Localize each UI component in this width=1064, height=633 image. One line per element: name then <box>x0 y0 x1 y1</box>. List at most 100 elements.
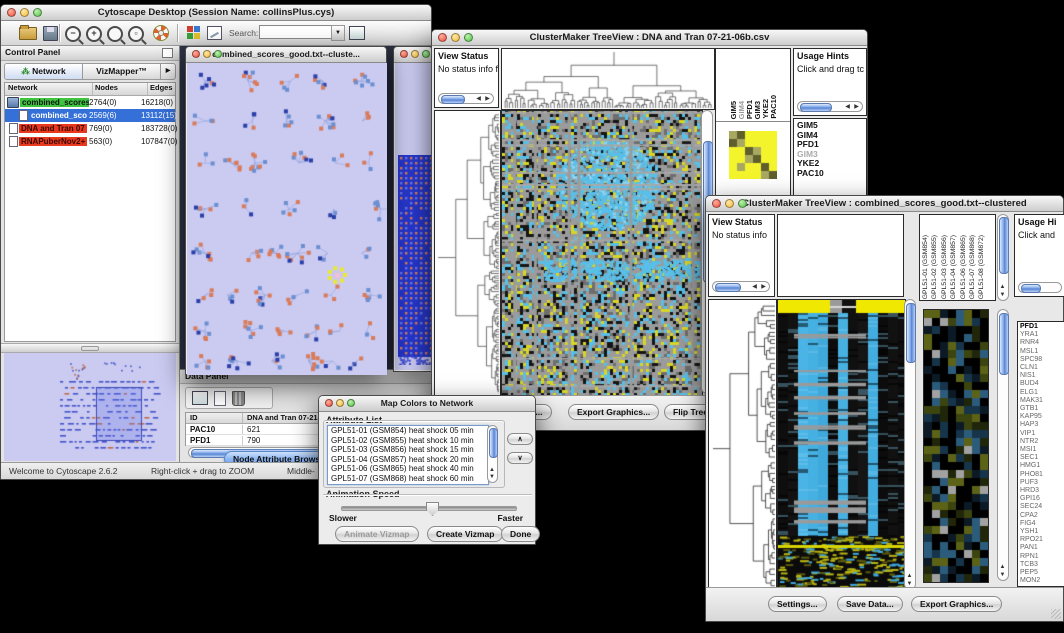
tv2-detail-heatmap[interactable] <box>923 309 989 583</box>
tv2-gene-label[interactable]: HRD3 <box>1020 487 1064 495</box>
tv1-row-dendrogram[interactable] <box>434 110 501 396</box>
zoom-selected-button[interactable]: ▫ <box>128 26 144 42</box>
close-button[interactable] <box>7 8 16 17</box>
tv2-gene-label[interactable]: RNR4 <box>1020 339 1064 347</box>
search-input[interactable] <box>259 25 333 39</box>
tv1-status-scrollbar[interactable]: ◀▶ <box>438 93 494 104</box>
col-header-nodes[interactable]: Nodes <box>93 83 148 95</box>
tv1-minimize-button[interactable] <box>451 33 460 42</box>
tv2-gene-label[interactable]: RPN1 <box>1020 553 1064 561</box>
slider-thumb[interactable] <box>426 502 439 516</box>
overview-divider[interactable] <box>1 343 179 353</box>
child1-close-button[interactable] <box>192 50 200 58</box>
tv2-gene-label[interactable]: BUD4 <box>1020 380 1064 388</box>
tv2-row-dendrogram[interactable] <box>708 299 777 592</box>
move-attribute-up-button[interactable]: ∧ <box>507 433 533 445</box>
network-overview-canvas[interactable] <box>4 353 176 461</box>
dialog-zoom-button[interactable] <box>347 399 355 407</box>
network-grid-canvas[interactable] <box>398 155 431 365</box>
tv2-gene-label[interactable]: KAP95 <box>1020 413 1064 421</box>
network-list-row[interactable]: combined_scores2764(0)16218(0) <box>5 96 175 109</box>
tv1-similarity-matrix[interactable] <box>729 131 777 179</box>
tv2-column-dendrogram-area[interactable] <box>777 214 904 297</box>
tv2-gene-label[interactable]: ELG1 <box>1020 389 1064 397</box>
tv2-gene-label[interactable]: FIG4 <box>1020 520 1064 528</box>
tab-overflow-button[interactable]: ▶ <box>161 64 175 79</box>
resize-grip[interactable] <box>1051 609 1061 619</box>
attribute-list-item[interactable]: GPL51-02 (GSM855) heat shock 10 min <box>328 436 488 446</box>
zoom-button[interactable] <box>33 8 42 17</box>
tv2-gene-label[interactable]: GTB1 <box>1020 405 1064 413</box>
child2-zoom-button[interactable] <box>422 50 430 58</box>
dialog-close-button[interactable] <box>325 399 333 407</box>
tv1-column-dendrogram[interactable] <box>501 48 715 110</box>
zoom-out-button[interactable]: − <box>65 26 81 42</box>
tv1-usage-scrollbar[interactable]: ◀▶ <box>797 101 863 112</box>
attribute-list-item[interactable]: GPL51-06 (GSM865) heat shock 40 min <box>328 464 488 474</box>
network-list-row[interactable]: combined_sco2569(6)13112(15) <box>5 109 175 122</box>
tv2-gene-label[interactable]: MON2 <box>1020 577 1064 585</box>
tv2-gene-label[interactable]: MSL1 <box>1020 348 1064 356</box>
tab-network[interactable]: ⁂ Network <box>5 64 83 79</box>
tv2-gene-label[interactable]: MSI1 <box>1020 446 1064 454</box>
attribute-list-item[interactable]: GPL51-01 (GSM854) heat shock 05 min <box>328 426 488 436</box>
tv1-close-button[interactable] <box>438 33 447 42</box>
tv2-gene-label[interactable]: PUF3 <box>1020 479 1064 487</box>
attribute-list-scrollbar[interactable]: ▲▼ <box>487 425 498 483</box>
tv2-save-data-button[interactable]: Save Data... <box>837 596 903 612</box>
tv2-gene-label[interactable]: CPA2 <box>1020 512 1064 520</box>
tv2-gene-label[interactable]: NTR2 <box>1020 438 1064 446</box>
tv2-gene-label[interactable]: SPC98 <box>1020 356 1064 364</box>
tv2-detail-scrollbar[interactable]: ▲▼ <box>997 309 1009 581</box>
vizmapper-button[interactable] <box>187 26 200 39</box>
tv2-gene-label[interactable]: PAN1 <box>1020 544 1064 552</box>
tv2-gene-label[interactable]: PEP5 <box>1020 569 1064 577</box>
tv2-gene-label[interactable]: PHO81 <box>1020 471 1064 479</box>
tv2-gene-label[interactable]: NIS1 <box>1020 372 1064 380</box>
tv2-gene-label[interactable]: HAP3 <box>1020 421 1064 429</box>
tv2-gene-label[interactable]: TCB3 <box>1020 561 1064 569</box>
tv2-labels-scrollbar[interactable]: ▲▼ <box>997 214 1009 301</box>
tv2-gene-label[interactable]: CLN1 <box>1020 364 1064 372</box>
tv2-gene-label[interactable]: YRA1 <box>1020 331 1064 339</box>
attribute-table-icon[interactable] <box>192 391 208 405</box>
tv2-heatmap-vscrollbar[interactable]: ▲▼ <box>904 299 916 590</box>
annotation-button[interactable] <box>207 26 222 40</box>
tv2-gene-label[interactable]: PFD1 <box>1020 323 1064 331</box>
open-file-button[interactable] <box>19 24 37 40</box>
tv2-minimize-button[interactable] <box>725 199 734 208</box>
tv2-zoom-button[interactable] <box>738 199 747 208</box>
create-vizmap-button[interactable]: Create Vizmap <box>427 526 503 542</box>
tv2-gene-label[interactable]: GPI16 <box>1020 495 1064 503</box>
tv2-gene-label[interactable]: RPO21 <box>1020 536 1064 544</box>
zoom-fit-button[interactable] <box>107 26 123 42</box>
minimize-button[interactable] <box>20 8 29 17</box>
child1-minimize-button[interactable] <box>203 50 211 58</box>
help-button[interactable] <box>153 25 169 41</box>
network-view-canvas[interactable] <box>187 63 387 375</box>
main-titlebar[interactable]: Cytoscape Desktop (Session Name: collins… <box>1 5 431 21</box>
tv2-status-scrollbar[interactable]: ◀▶ <box>712 281 770 292</box>
data-col-id[interactable]: ID <box>186 413 243 423</box>
child1-zoom-button[interactable] <box>214 50 222 58</box>
col-header-network[interactable]: Network <box>5 83 93 95</box>
tv1-gene-label[interactable]: PAC10 <box>797 169 866 179</box>
tv2-gene-label[interactable]: SEC1 <box>1020 454 1064 462</box>
attribute-list-item[interactable]: GPL51-03 (GSM856) heat shock 15 min <box>328 445 488 455</box>
attribute-list-item[interactable]: GPL51-04 (GSM857) heat shock 20 min <box>328 455 488 465</box>
new-attribute-icon[interactable] <box>214 391 226 406</box>
dialog-minimize-button[interactable] <box>336 399 344 407</box>
save-button[interactable] <box>43 26 58 41</box>
float-panel-icon[interactable] <box>162 48 173 58</box>
tv2-close-button[interactable] <box>712 199 721 208</box>
tv2-gene-label[interactable]: MAK31 <box>1020 397 1064 405</box>
child2-close-button[interactable] <box>400 50 408 58</box>
tv2-usage-scrollbar[interactable] <box>1018 282 1062 293</box>
tv2-gene-label[interactable]: YSH1 <box>1020 528 1064 536</box>
network-list-row[interactable]: RNAPuberNov2+563(0)107847(0) <box>5 135 175 148</box>
child2-minimize-button[interactable] <box>411 50 419 58</box>
move-attribute-down-button[interactable]: ∨ <box>507 452 533 464</box>
animation-speed-slider[interactable] <box>341 506 517 511</box>
attribute-list-item[interactable]: GPL51-07 (GSM868) heat shock 60 min <box>328 474 488 484</box>
tv1-zoom-button[interactable] <box>464 33 473 42</box>
